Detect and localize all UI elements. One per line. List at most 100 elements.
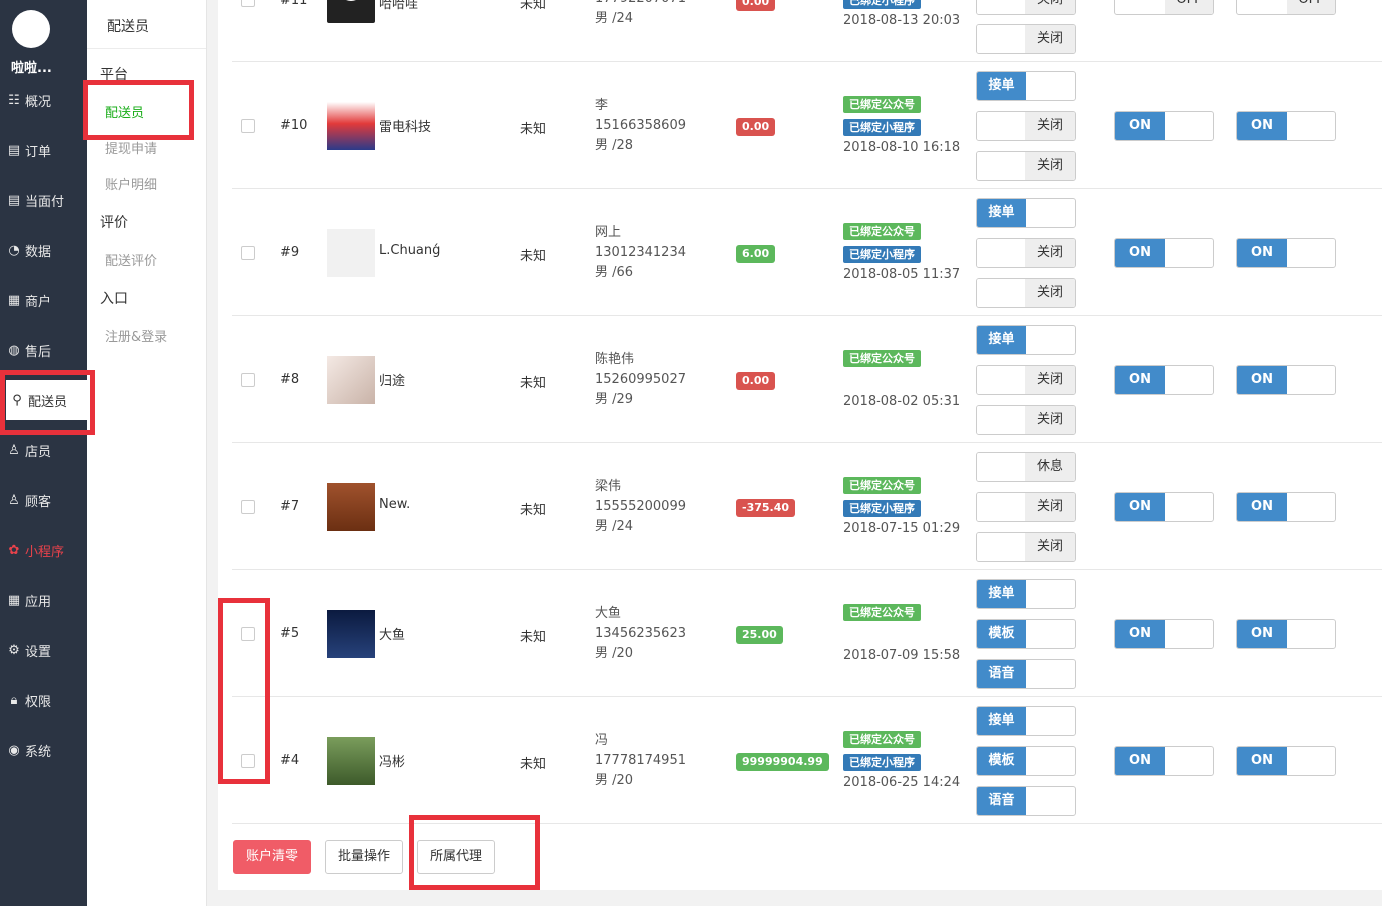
subnav-item-delivery-review[interactable]: 配送评价 [105, 250, 157, 269]
row-id: #5 [280, 626, 300, 641]
switch-off-label: 休息 [1025, 453, 1075, 481]
switch[interactable]: 关闭 [976, 405, 1076, 435]
agent-button[interactable]: 所属代理 [417, 840, 496, 874]
switch[interactable]: 关闭 [976, 111, 1076, 141]
page-bottom-pad [218, 890, 1382, 906]
switch[interactable]: 关闭 [976, 365, 1076, 395]
toggle-2[interactable]: ON [1236, 365, 1336, 395]
switch[interactable]: 关闭 [976, 151, 1076, 181]
toggle-1[interactable]: ON [1114, 238, 1214, 268]
switch[interactable]: 接单 [976, 325, 1076, 355]
courier-info: 17792207071 男 /24 [595, 0, 686, 29]
switch[interactable]: 接单 [976, 198, 1076, 228]
switch-blank [977, 406, 1026, 434]
sidebar-item[interactable]: ⚙ 设置 [0, 630, 87, 670]
courier-status: 未知 [520, 757, 547, 772]
toggle-1[interactable]: ON [1114, 492, 1214, 522]
bind-tag-miniprogram: 已绑定小程序 [843, 246, 921, 263]
switch[interactable]: 语音 [976, 659, 1076, 689]
courier-info: 陈艳伟 15260995027 男 /29 [595, 350, 686, 410]
courier-nickname: New. [379, 497, 411, 512]
row-checkbox[interactable] [241, 119, 255, 133]
switch[interactable]: 关闭 [976, 492, 1076, 522]
toggle-2[interactable]: ON [1236, 746, 1336, 776]
subnav-item-courier[interactable]: 配送员 [105, 102, 144, 121]
switch[interactable]: 模板 [976, 746, 1076, 776]
toggle-2[interactable]: ON [1236, 111, 1336, 141]
balance-badge: 0.00 [736, 118, 776, 136]
toggle-2[interactable]: ON [1236, 619, 1336, 649]
toggle-1[interactable]: ON [1114, 619, 1214, 649]
row-checkbox[interactable] [241, 500, 255, 514]
switch[interactable]: 关闭 [976, 0, 1076, 15]
sidebar-item[interactable]: ▤ 当面付 [0, 180, 87, 220]
toggle-2[interactable]: ON [1236, 238, 1336, 268]
switch[interactable]: 关闭 [976, 24, 1076, 54]
switch[interactable]: 接单 [976, 71, 1076, 101]
sidebar-item-label: 小程序 [25, 544, 65, 560]
subnav-item-register-login[interactable]: 注册&登录 [105, 326, 167, 345]
toggle-1[interactable]: ON [1114, 746, 1214, 776]
courier-nickname: L.Chuanǵ [379, 243, 441, 258]
sidebar-item-label: 权限 [25, 694, 52, 710]
toggle-2[interactable]: OFF [1236, 0, 1336, 15]
toggle-2[interactable]: ON [1236, 492, 1336, 522]
table-row: #5 大鱼 未知 大鱼 13456235623 男 /20 25.00 已绑定公众号 2018-… [232, 570, 1382, 697]
user-name[interactable]: 啦啦... [11, 57, 52, 76]
sidebar-item[interactable]: 🔒︎ 权限 [0, 680, 87, 720]
sidebar-item-label: 商户 [25, 294, 52, 310]
sidebar-item[interactable]: ▤ 订单 [0, 130, 87, 170]
switch[interactable]: 休息 [976, 452, 1076, 482]
switch[interactable]: 语音 [976, 786, 1076, 816]
toggle-1[interactable]: ON [1114, 111, 1214, 141]
sidebar-item[interactable]: ▦ 应用 [0, 580, 87, 620]
sidebar-item-label: 当面付 [25, 194, 65, 210]
sidebar-item[interactable]: ☷ 概况 [0, 80, 87, 120]
row-checkbox[interactable] [241, 754, 255, 768]
row-checkbox[interactable] [241, 246, 255, 260]
courier-avatar [327, 483, 375, 531]
courier-gender-age: 男 /28 [595, 138, 634, 153]
sidebar-item[interactable]: ◔ 数据 [0, 230, 87, 270]
subnav-item-account[interactable]: 账户明细 [105, 174, 157, 193]
sidebar-item[interactable]: ♙ 顾客 [0, 480, 87, 520]
shop-icon: ▦ [7, 292, 21, 308]
row-checkbox[interactable] [241, 627, 255, 641]
toggle-1[interactable]: OFF [1114, 0, 1214, 15]
courier-status: 未知 [520, 122, 547, 137]
row-checkbox[interactable] [241, 373, 255, 387]
sidebar-item-label: 应用 [25, 594, 52, 610]
sidebar-item-label: 概况 [25, 94, 52, 110]
clear-account-button[interactable]: 账户清零 [233, 840, 312, 874]
switch-off-label: 关闭 [1025, 239, 1075, 267]
switch-blank [977, 239, 1026, 267]
toggle-on-label: ON [1237, 239, 1287, 267]
switch[interactable]: 关闭 [976, 238, 1076, 268]
sidebar-item[interactable]: ♙ 店员 [0, 430, 87, 470]
toggle-1[interactable]: ON [1114, 365, 1214, 395]
switch-on-label: 接单 [977, 72, 1026, 100]
pay-icon: ▤ [7, 192, 21, 208]
sidebar-item[interactable]: ⚲ 配送员 [6, 380, 87, 420]
sidebar-item[interactable]: ▦ 商户 [0, 280, 87, 320]
sub-navigation: 配送员 平台 配送员 提现申请 账户明细 评价 配送评价 入口 注册&登录 [87, 0, 207, 906]
register-date: 2018-06-25 14:24 [843, 775, 961, 790]
switch[interactable]: 接单 [976, 579, 1076, 609]
subnav-item-withdraw[interactable]: 提现申请 [105, 138, 157, 157]
switch[interactable]: 关闭 [976, 532, 1076, 562]
row-checkbox[interactable] [241, 0, 255, 7]
sidebar-item[interactable]: ◍ 售后 [0, 330, 87, 370]
switch[interactable]: 模板 [976, 619, 1076, 649]
courier-info: 大鱼 13456235623 男 /20 [595, 604, 686, 664]
sidebar-item-label: 设置 [25, 644, 52, 660]
batch-operation-button[interactable]: 批量操作 [325, 840, 404, 874]
switch[interactable]: 关闭 [976, 278, 1076, 308]
switch-blank [977, 279, 1026, 307]
sidebar-item[interactable]: ◉ 系统 [0, 730, 87, 770]
switch[interactable]: 接单 [976, 706, 1076, 736]
switch-blank [977, 533, 1026, 561]
register-date: 2018-07-09 15:58 [843, 648, 961, 663]
courier-phone: 13456235623 [595, 626, 686, 641]
user-avatar[interactable] [12, 10, 50, 48]
sidebar-item[interactable]: ✿ 小程序 [0, 530, 87, 570]
